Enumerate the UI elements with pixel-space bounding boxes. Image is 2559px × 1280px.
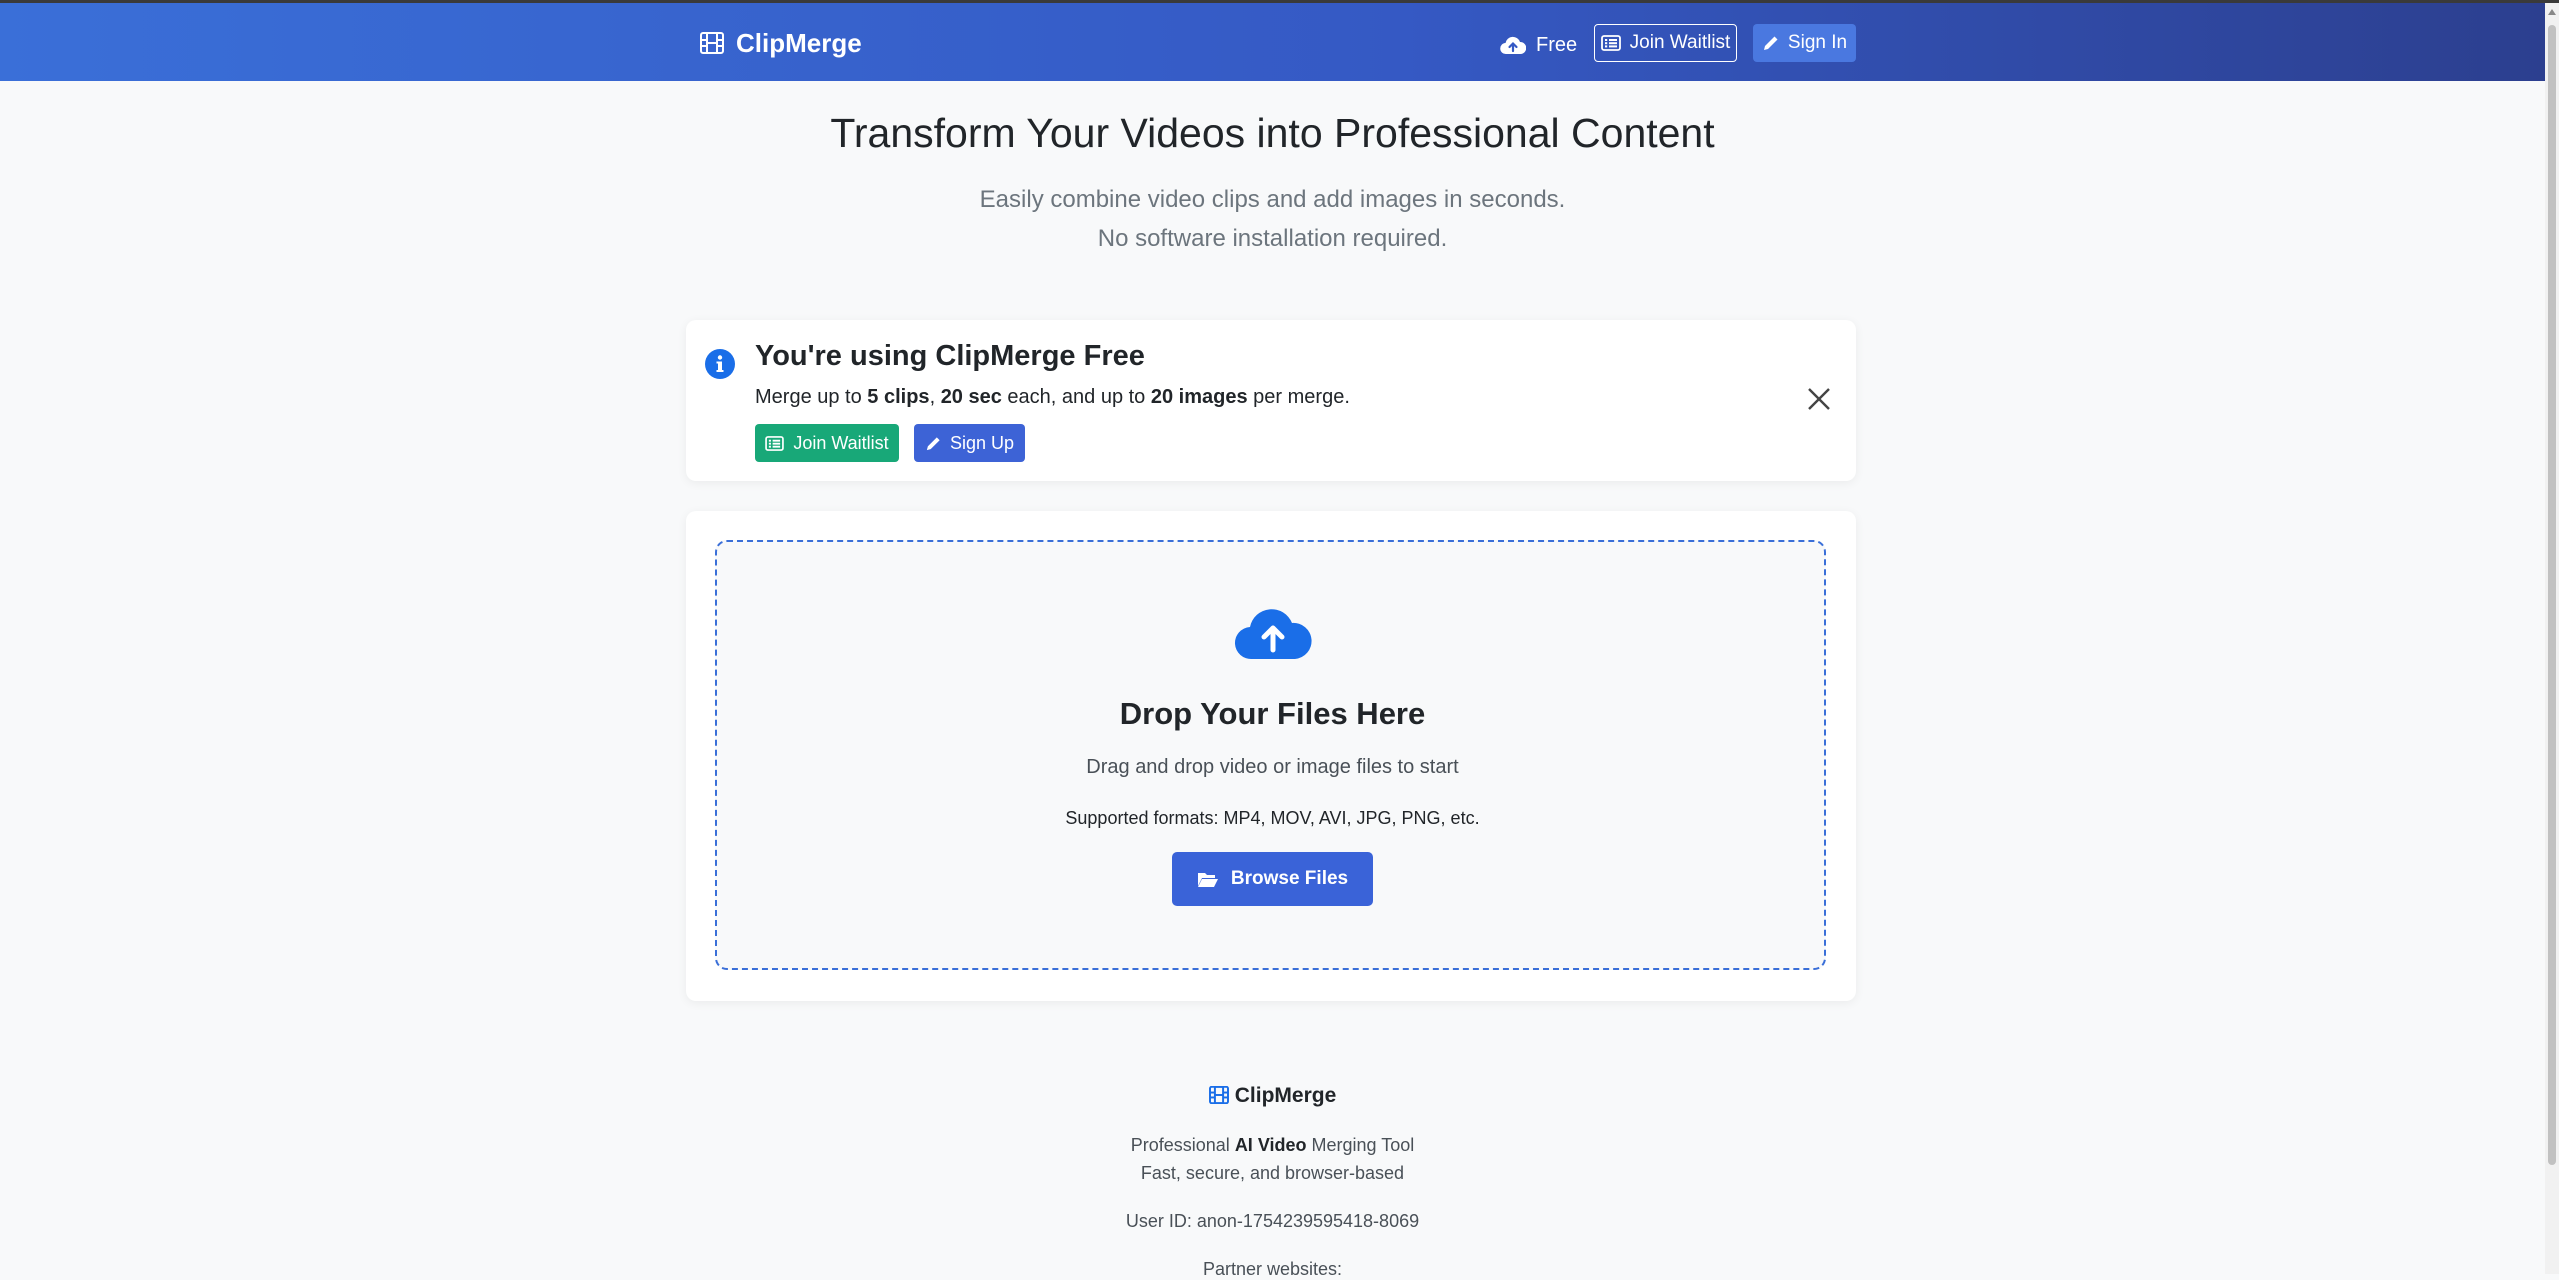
folder-open-icon <box>1197 872 1218 887</box>
dropzone-title: Drop Your Files Here <box>1119 696 1426 731</box>
pencil-icon <box>1763 36 1778 50</box>
footer-tagline: Professional AI Video Merging Tool <box>1130 1135 1415 1155</box>
cloud-upload-icon <box>1500 36 1526 55</box>
brand-logo[interactable]: ClipMerge <box>700 27 862 59</box>
footer-description: Fast, secure, and browser-based <box>1140 1163 1405 1183</box>
notice-sign-up-button[interactable]: Sign Up <box>914 424 1025 462</box>
dropzone-subtitle: Drag and drop video or image files to st… <box>1086 756 1459 778</box>
notice-title: You're using ClipMerge Free <box>755 340 1145 372</box>
hero-subtitle-line1: Easily combine video clips and add image… <box>979 186 1566 213</box>
footer-brand: ClipMerge <box>0 1084 2545 1108</box>
free-plan-notice: You're using ClipMerge Free Merge up to … <box>686 320 1856 481</box>
notice-limits-text: Merge up to 5 clips, 20 sec each, and up… <box>755 386 1350 408</box>
browse-files-button[interactable]: Browse Files <box>1172 852 1373 906</box>
file-dropzone[interactable]: Drop Your Files Here Drag and drop video… <box>715 540 1826 970</box>
page-scrollbar[interactable] <box>2545 3 2559 1274</box>
nav-join-waitlist-button[interactable]: Join Waitlist <box>1594 24 1737 62</box>
hero-subtitle-line2: No software installation required. <box>1097 225 1448 252</box>
supported-formats: Supported formats: MP4, MOV, AVI, JPG, P… <box>1065 808 1480 828</box>
nav-join-waitlist-label: Join Waitlist <box>1629 32 1731 53</box>
free-label: Free <box>1536 33 1578 56</box>
scroll-up-icon[interactable] <box>2548 9 2556 15</box>
info-icon <box>705 349 735 379</box>
scrollbar-thumb[interactable] <box>2548 25 2556 1165</box>
notice-join-waitlist-label: Join Waitlist <box>793 432 889 453</box>
cloud-upload-icon <box>717 604 1828 665</box>
notice-join-waitlist-button[interactable]: Join Waitlist <box>755 424 899 462</box>
pencil-icon <box>926 436 940 450</box>
notice-sign-up-label: Sign Up <box>949 432 1015 453</box>
free-plan-badge: Free <box>1500 29 1577 61</box>
footer-user-id: User ID: anon-1754239595418-8069 <box>1125 1211 1420 1231</box>
footer-brand-name: ClipMerge <box>1234 1084 1337 1107</box>
browse-files-label: Browse Files <box>1230 868 1349 889</box>
list-icon <box>1600 35 1621 51</box>
navbar: ClipMerge Free Join Waitlist Sign In <box>0 3 2545 81</box>
film-icon <box>700 32 724 54</box>
nav-sign-in-button[interactable]: Sign In <box>1753 24 1856 62</box>
list-icon <box>765 435 785 451</box>
hero-title: Transform Your Videos into Professional … <box>830 110 1715 156</box>
footer-partners: Partner websites: <box>1202 1259 1343 1279</box>
film-icon <box>1208 1085 1229 1105</box>
upload-card: Drop Your Files Here Drag and drop video… <box>686 511 1856 1001</box>
close-icon[interactable] <box>1806 386 1832 412</box>
brand-name: ClipMerge <box>736 27 862 58</box>
nav-sign-in-label: Sign In <box>1787 32 1848 53</box>
